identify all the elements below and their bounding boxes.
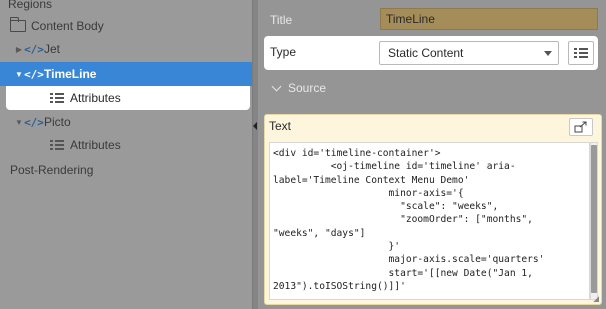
folder-icon [10,17,26,32]
type-select-value: Static Content [388,46,464,60]
code-icon: </> [24,115,44,129]
code-icon: </> [24,67,44,81]
tree-item-timeline[interactable]: ▼ </> TimeLine [0,62,252,86]
caret-down-icon[interactable]: ▼ [14,118,24,127]
resize-handle[interactable] [593,296,599,302]
type-label: Type [270,45,297,59]
tree-panel: Regions Content Body ▶ </> Jet ▼ </> Tim… [0,0,252,309]
text-label: Text [269,119,292,133]
collapse-arrow-icon[interactable] [253,122,257,130]
chevron-down-icon [271,81,282,91]
expand-icon [574,121,587,133]
tree-item-label: Regions [8,0,53,11]
list-icon [50,92,64,104]
tree-item-picto-attributes[interactable]: Attributes [0,133,252,157]
caret-right-icon[interactable]: ▶ [14,45,24,54]
title-input[interactable]: TimeLine [380,8,598,30]
chevron-down-icon [544,51,552,56]
code-text: <div id='timeline-container'> <oj-timeli… [273,148,545,292]
type-list-button[interactable] [568,41,594,65]
expand-editor-button[interactable] [569,118,593,136]
tree-item-jet[interactable]: ▶ </> Jet [0,37,252,61]
tree-item-content-body[interactable]: Content Body [0,14,252,38]
tree-item-label: Picto [44,115,71,129]
caret-down-icon[interactable]: ▼ [14,70,24,79]
scrollbar-thumb[interactable] [591,145,597,293]
tree-item-label: Attributes [70,91,121,105]
title-label: Title [270,13,293,27]
type-select[interactable]: Static Content [379,41,559,65]
type-row: Type Static Content [264,36,598,70]
editor-scrollbar[interactable] [590,142,598,300]
list-icon [574,47,588,59]
tree-item-label: Attributes [70,138,121,152]
source-label: Source [288,81,327,95]
tree-item-timeline-attributes[interactable]: Attributes [6,86,250,110]
tree-item-label: Jet [44,42,61,56]
tree-item-label: Content Body [31,19,104,33]
code-editor[interactable]: <div id='timeline-container'> <oj-timeli… [269,142,590,300]
tree-item-post-rendering[interactable]: Post-Rendering [0,158,252,182]
source-section-header[interactable]: Source [258,76,606,100]
text-field-panel: Text <div id='timeline-container'> <oj-t… [264,114,602,305]
tree-item-picto[interactable]: ▼ </> Picto [0,110,252,134]
list-icon [50,139,64,151]
tree-item-label: TimeLine [44,67,97,81]
tree-item-label: Post-Rendering [10,163,94,177]
code-icon: </> [24,42,44,56]
